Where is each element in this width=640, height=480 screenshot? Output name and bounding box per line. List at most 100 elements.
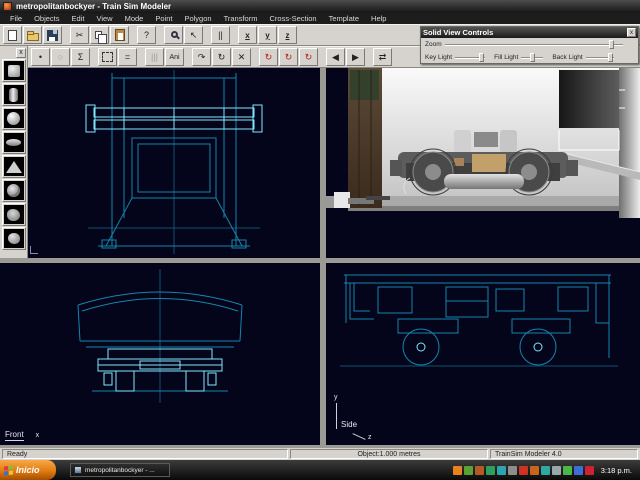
sum-button[interactable]: Σ <box>71 48 90 66</box>
open-folder-icon <box>27 33 39 41</box>
menu-view[interactable]: View <box>90 14 118 23</box>
tool-rock[interactable] <box>2 203 26 226</box>
key-light-slider[interactable] <box>455 57 485 59</box>
tool-blob[interactable] <box>2 227 26 250</box>
wireframe-side-view <box>326 263 640 445</box>
solid-render-train-car <box>326 68 640 258</box>
tray-icon[interactable] <box>585 466 594 475</box>
menu-polygon[interactable]: Polygon <box>178 14 217 23</box>
menu-template[interactable]: Template <box>323 14 365 23</box>
circle-mode-button[interactable]: ○ <box>51 48 70 66</box>
tool-cone[interactable] <box>2 155 26 178</box>
tray-icon[interactable] <box>475 466 484 475</box>
new-button[interactable] <box>3 26 22 44</box>
tray-icon[interactable] <box>574 466 583 475</box>
axis-x-label: x <box>245 31 249 40</box>
viewport-side[interactable]: y Side z <box>326 263 640 445</box>
marquee-select-button[interactable] <box>98 48 117 66</box>
cut-button[interactable]: ✂ <box>70 26 89 44</box>
tool-disc[interactable] <box>2 131 26 154</box>
viewport-top-left[interactable] <box>28 68 320 258</box>
menu-cross-section[interactable]: Cross-Section <box>263 14 322 23</box>
zoom-button[interactable] <box>164 26 183 44</box>
paste-icon <box>115 29 125 41</box>
palette-close-button[interactable]: x <box>16 48 26 58</box>
rotate-button[interactable]: ↻ <box>212 48 231 66</box>
viewport-solid-3d[interactable] <box>326 68 640 258</box>
animation-button[interactable]: Ani <box>165 48 184 66</box>
open-button[interactable] <box>23 26 42 44</box>
zoom-slider-thumb[interactable] <box>609 40 614 49</box>
axis-z-label: z <box>286 31 290 40</box>
tray-icon[interactable] <box>486 466 495 475</box>
tool-cylinder[interactable] <box>2 83 26 106</box>
tray-icon[interactable] <box>563 466 572 475</box>
dialog-close-button[interactable]: x <box>627 28 636 37</box>
bars-button[interactable]: ||| <box>145 48 164 66</box>
viewport-front[interactable]: Frontx <box>0 263 320 445</box>
dialog-title-bar[interactable]: Solid View Controls x <box>421 27 638 38</box>
windows-taskbar: Inicio metropolitanbockyer - ... 3:18 p.… <box>0 460 640 480</box>
lines-button[interactable]: = <box>118 48 137 66</box>
sphere-icon <box>7 112 20 125</box>
dialog-title: Solid View Controls <box>423 28 493 37</box>
prev-button[interactable]: ◀ <box>326 48 345 66</box>
taskbar-clock[interactable]: 3:18 p.m. <box>596 466 636 475</box>
menu-point[interactable]: Point <box>149 14 178 23</box>
save-button[interactable] <box>43 26 62 44</box>
taskbar-task-button[interactable]: metropolitanbockyer - ... <box>70 463 170 477</box>
move-button[interactable]: ↷ <box>192 48 211 66</box>
menu-transform[interactable]: Transform <box>218 14 264 23</box>
back-light-thumb[interactable] <box>608 53 613 62</box>
tray-icon[interactable] <box>541 466 550 475</box>
mirror-button[interactable]: ✕ <box>232 48 251 66</box>
tray-icon[interactable] <box>552 466 561 475</box>
menu-edit[interactable]: Edit <box>66 14 91 23</box>
solid-view-controls-dialog: Solid View Controls x Zoom Key Light Fil… <box>420 26 639 64</box>
tray-icon[interactable] <box>497 466 506 475</box>
fill-light-slider[interactable] <box>521 57 543 59</box>
key-light-thumb[interactable] <box>479 53 484 62</box>
menu-objects[interactable]: Objects <box>28 14 65 23</box>
swap-button[interactable]: ⇄ <box>373 48 392 66</box>
tool-sphere[interactable] <box>2 107 26 130</box>
windows-flag-icon <box>4 465 13 475</box>
task-button-label: metropolitanbockyer - ... <box>85 467 155 474</box>
tray-icon[interactable] <box>519 466 528 475</box>
next-button[interactable]: ▶ <box>346 48 365 66</box>
wireframe-front-structure <box>28 68 320 258</box>
help-button[interactable]: ? <box>137 26 156 44</box>
zoom-slider[interactable] <box>445 44 623 46</box>
axis-z-button[interactable]: z <box>278 26 297 44</box>
box-icon <box>8 65 20 77</box>
tray-icon[interactable] <box>464 466 473 475</box>
status-bar: Ready Object:1.000 metres TrainSim Model… <box>0 448 640 460</box>
menu-file[interactable]: File <box>4 14 28 23</box>
tool-geosphere[interactable] <box>2 179 26 202</box>
title-bar[interactable]: metropolitanbockyer - Train Sim Modeler <box>0 0 640 13</box>
axis-x-button[interactable]: x <box>238 26 257 44</box>
status-object-scale: Object:1.000 metres <box>290 449 488 459</box>
blob-icon <box>8 233 20 244</box>
paste-button[interactable] <box>110 26 129 44</box>
context-help-button[interactable]: ↖ <box>184 26 203 44</box>
menu-help[interactable]: Help <box>365 14 392 23</box>
geosphere-icon <box>7 184 20 197</box>
start-button[interactable]: Inicio <box>0 460 56 480</box>
fill-light-thumb[interactable] <box>530 53 535 62</box>
tray-icon[interactable] <box>508 466 517 475</box>
menu-mode[interactable]: Mode <box>119 14 150 23</box>
copy-button[interactable] <box>90 26 109 44</box>
point-mode-button[interactable]: • <box>31 48 50 66</box>
marquee-icon <box>102 52 113 62</box>
tool-box[interactable] <box>2 59 26 82</box>
split-toggle-button[interactable]: || <box>211 26 230 44</box>
application-window: metropolitanbockyer - Train Sim Modeler … <box>0 0 640 480</box>
axis-y-button[interactable]: y <box>258 26 277 44</box>
rotate-z-button[interactable]: ↻ <box>299 48 318 66</box>
tray-icon[interactable] <box>530 466 539 475</box>
rotate-x-button[interactable]: ↻ <box>259 48 278 66</box>
tray-icon[interactable] <box>453 466 462 475</box>
rotate-y-button[interactable]: ↻ <box>279 48 298 66</box>
back-light-slider[interactable] <box>586 57 614 59</box>
